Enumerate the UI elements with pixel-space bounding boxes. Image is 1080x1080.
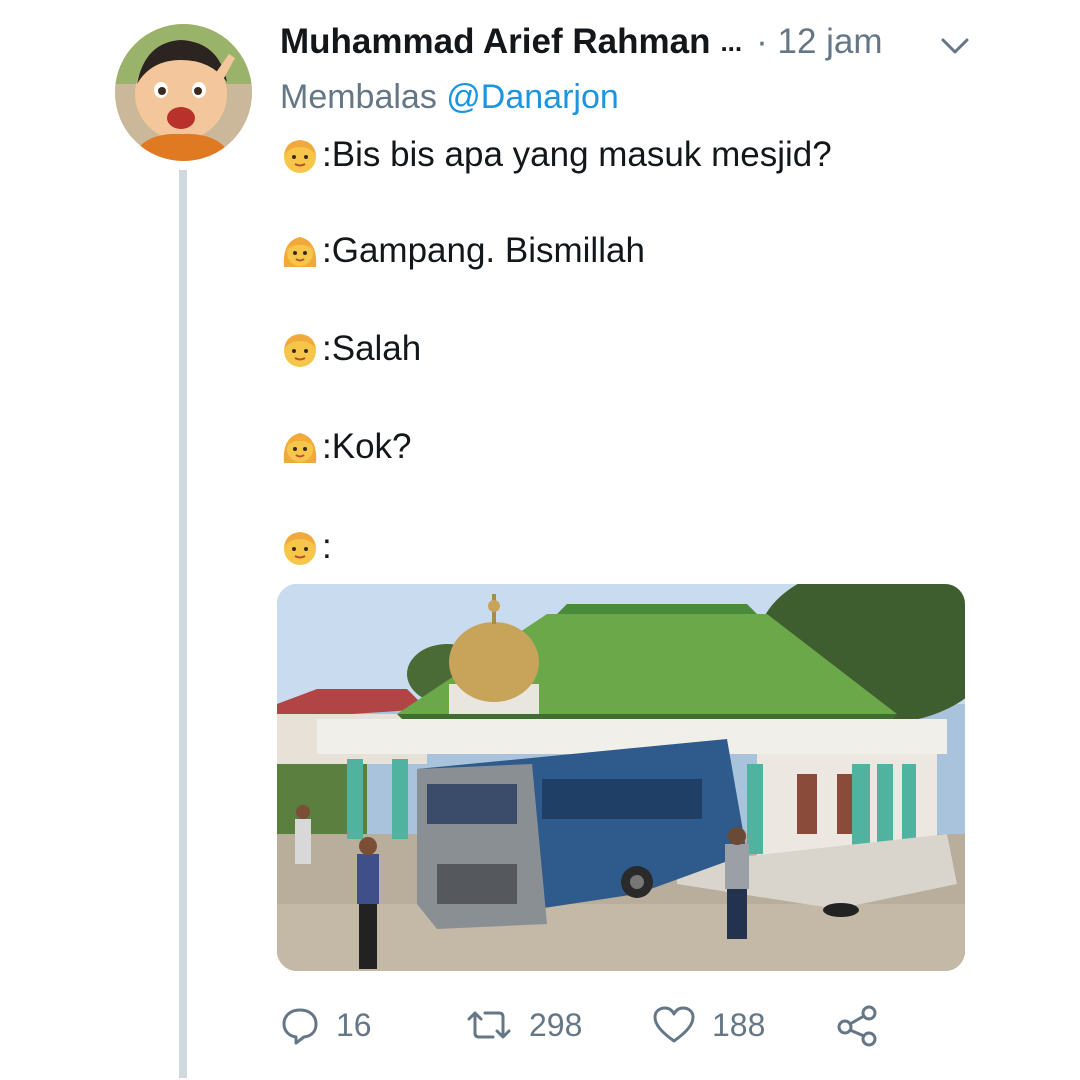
tweet-photo[interactable] [277, 584, 965, 971]
heart-icon [653, 1006, 695, 1043]
tweet-actions: 16 298 188 [280, 995, 980, 1055]
dialogue-text: : [322, 527, 332, 566]
retweet-count: 298 [529, 1006, 583, 1043]
dialogue-text: :Gampang. Bismillah [322, 231, 645, 270]
chevron-down-icon[interactable] [935, 30, 975, 60]
avatar[interactable] [115, 24, 252, 161]
dialogue-line: :Gampang. Bismillah [280, 228, 645, 274]
share-button[interactable] [835, 995, 879, 1055]
tweet-time[interactable]: · 12 jam [756, 22, 882, 62]
reply-context: Membalas @Danarjon [280, 78, 619, 117]
boy-emoji-icon [284, 532, 316, 565]
dialogue-text: :Salah [322, 329, 422, 368]
girl-emoji-icon [283, 237, 317, 267]
author-name[interactable]: Muhammad Arief Rahman [280, 22, 710, 62]
boy-emoji-icon [284, 140, 316, 173]
dialogue-line: :Kok? [280, 424, 412, 470]
girl-emoji-icon [283, 433, 317, 463]
speech-bubble-icon [282, 1008, 318, 1045]
tweet-header: Muhammad Arief Rahman ... · 12 jam [280, 20, 970, 64]
dialogue-line: : [280, 524, 332, 570]
retweet-button[interactable]: 298 [465, 995, 582, 1055]
boy-emoji-icon [284, 334, 316, 367]
retweet-icon [467, 1011, 511, 1039]
thread-line [179, 170, 187, 1078]
reply-prefix: Membalas [280, 78, 437, 116]
like-button[interactable]: 188 [652, 995, 765, 1055]
like-count: 188 [712, 1006, 766, 1043]
reply-button[interactable]: 16 [280, 995, 372, 1055]
dialogue-text: :Kok? [322, 427, 412, 466]
author-name-ellipsis: ... [720, 26, 743, 57]
dialogue-line: :Salah [280, 326, 421, 372]
reply-handle[interactable]: @Danarjon [446, 78, 619, 116]
reply-count: 16 [336, 1006, 372, 1043]
dialogue-line: :Bis bis apa yang masuk mesjid? [280, 132, 832, 178]
share-icon [837, 1005, 877, 1047]
dialogue-text: :Bis bis apa yang masuk mesjid? [322, 135, 832, 174]
